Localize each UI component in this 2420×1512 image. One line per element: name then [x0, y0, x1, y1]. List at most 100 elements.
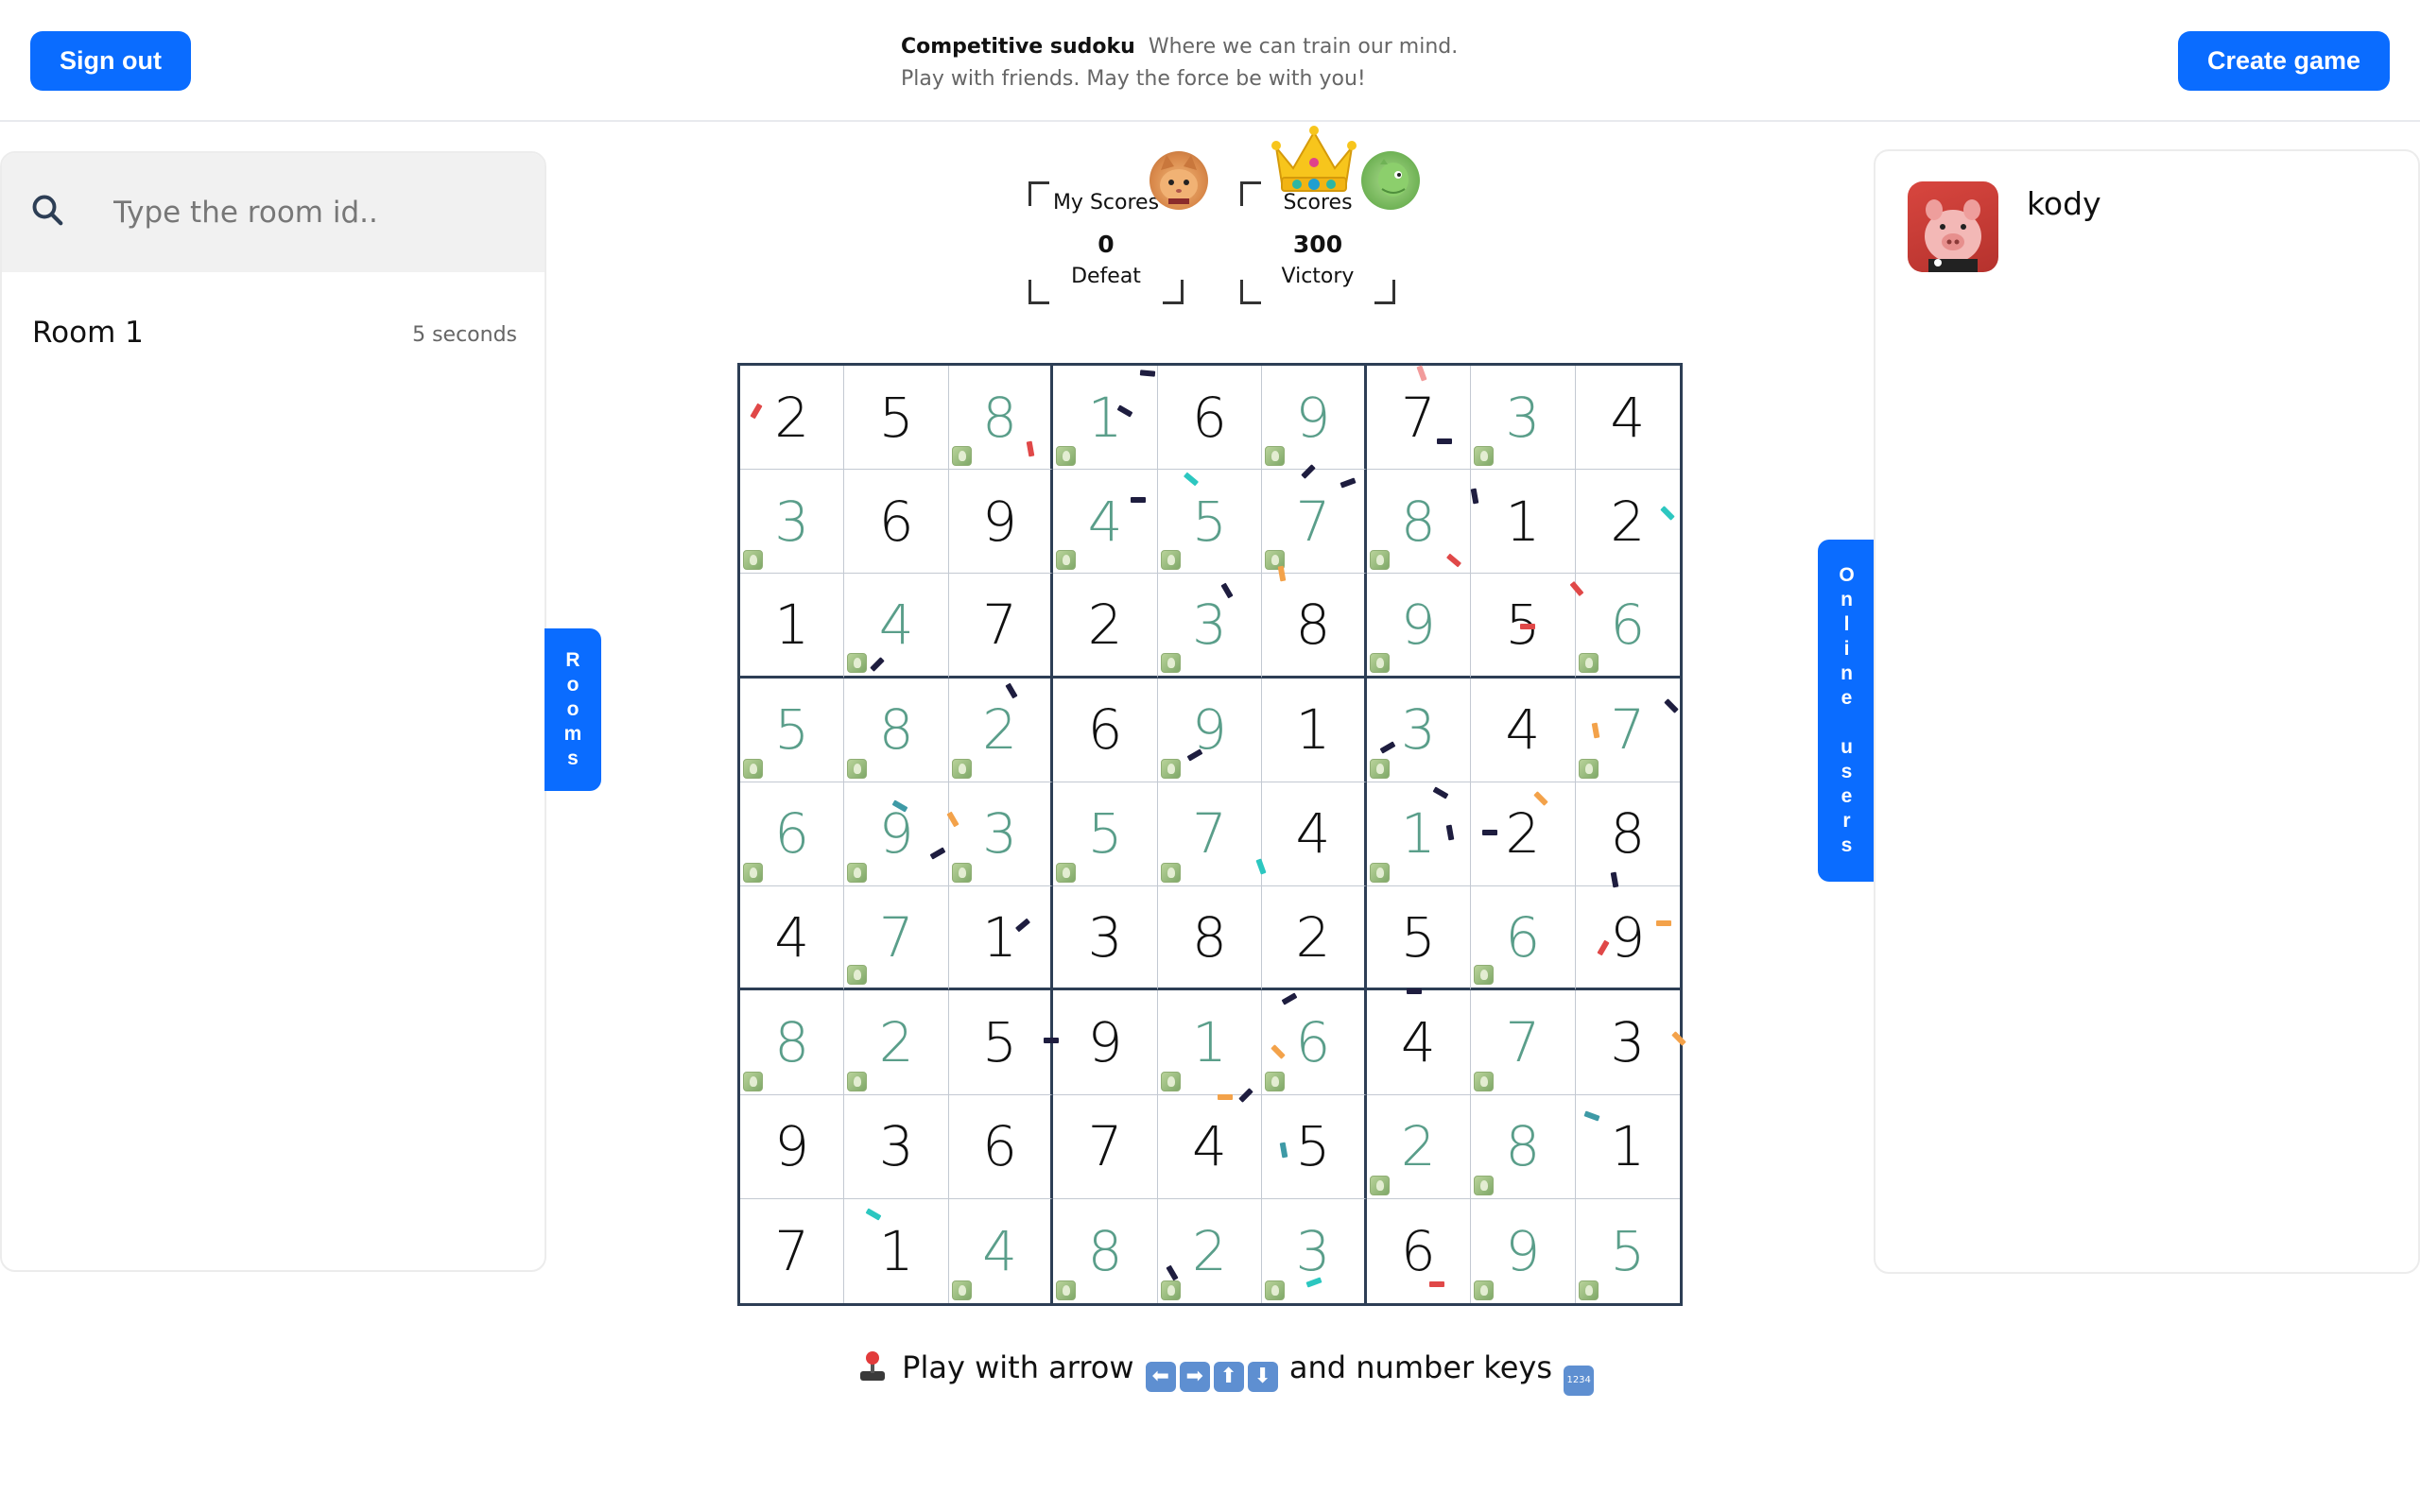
sudoku-cell[interactable]: 5: [1053, 782, 1158, 887]
cell-value: 1: [1192, 1009, 1227, 1074]
sudoku-cell[interactable]: 6: [1262, 990, 1367, 1095]
sudoku-cell[interactable]: 1: [948, 886, 1054, 991]
sudoku-cell[interactable]: 7: [1471, 990, 1576, 1095]
cell-value: 4: [1400, 1009, 1436, 1074]
sudoku-cell[interactable]: 4: [1053, 470, 1158, 575]
sudoku-cell[interactable]: 6: [740, 782, 845, 887]
sudoku-cell[interactable]: 1: [1157, 990, 1263, 1095]
sudoku-cell[interactable]: 4: [1262, 782, 1367, 887]
sudoku-cell[interactable]: 3: [844, 1094, 949, 1199]
room-search-input[interactable]: [113, 180, 510, 246]
sudoku-cell[interactable]: 5: [1366, 886, 1472, 991]
cat-avatar-icon: [1150, 151, 1208, 210]
cell-value: 6: [1505, 904, 1541, 970]
sudoku-cell[interactable]: 6: [1575, 574, 1680, 679]
cell-value: 2: [1295, 904, 1331, 970]
sudoku-cell[interactable]: 8: [1053, 1198, 1158, 1303]
rooms-tab[interactable]: Rooms: [544, 628, 601, 791]
create-game-button[interactable]: Create game: [2178, 31, 2390, 91]
cell-value: 4: [774, 904, 810, 970]
sudoku-cell[interactable]: 5: [844, 366, 949, 471]
sudoku-cell[interactable]: 2: [948, 678, 1054, 782]
sudoku-cell[interactable]: 5: [740, 678, 845, 782]
sudoku-cell[interactable]: 7: [1157, 782, 1263, 887]
sudoku-cell[interactable]: 8: [844, 678, 949, 782]
sudoku-cell[interactable]: 3: [1366, 678, 1472, 782]
sudoku-cell[interactable]: 8: [1471, 1094, 1576, 1199]
sudoku-cell[interactable]: 4: [844, 574, 949, 679]
cell-value: 6: [1295, 1009, 1331, 1074]
sudoku-cell[interactable]: 6: [1053, 678, 1158, 782]
cell-value: 8: [774, 1009, 810, 1074]
sudoku-cell[interactable]: 1: [1575, 1095, 1680, 1199]
sign-out-button[interactable]: Sign out: [30, 31, 191, 91]
sudoku-cell[interactable]: 6: [1157, 366, 1263, 471]
sudoku-cell[interactable]: 1: [1053, 366, 1158, 471]
sudoku-cell[interactable]: 7: [1366, 366, 1472, 471]
sudoku-cell[interactable]: 1: [1471, 470, 1576, 575]
help-middle: and number keys: [1288, 1349, 1553, 1385]
sudoku-cell[interactable]: 4: [1471, 678, 1576, 782]
sudoku-cell[interactable]: 8: [1575, 782, 1680, 887]
sudoku-cell[interactable]: 1: [1366, 782, 1472, 887]
sudoku-cell[interactable]: 9: [740, 1094, 845, 1199]
sudoku-cell[interactable]: 3: [1262, 1198, 1367, 1303]
sudoku-cell[interactable]: 2: [1053, 574, 1158, 679]
sudoku-cell[interactable]: 9: [1053, 990, 1158, 1095]
cell-value: 8: [878, 697, 914, 763]
sudoku-cell[interactable]: 8: [1262, 574, 1367, 679]
sudoku-cell[interactable]: 1: [740, 574, 845, 679]
sudoku-cell[interactable]: 2: [1575, 470, 1680, 575]
sudoku-cell[interactable]: 9: [1157, 678, 1263, 782]
sudoku-cell[interactable]: 6: [948, 1094, 1054, 1199]
sudoku-cell[interactable]: 9: [1471, 1198, 1576, 1303]
sudoku-cell[interactable]: 4: [949, 1198, 1054, 1303]
sudoku-cell[interactable]: 9: [1366, 574, 1472, 679]
sudoku-cell[interactable]: 5: [1576, 1199, 1680, 1303]
sudoku-cell[interactable]: 4: [1366, 990, 1472, 1095]
cell-value: 6: [1192, 385, 1227, 450]
sudoku-cell[interactable]: 8: [1157, 886, 1263, 991]
sudoku-cell[interactable]: 9: [1575, 886, 1680, 991]
sudoku-cell[interactable]: 3: [1053, 886, 1158, 991]
sudoku-cell[interactable]: 9: [844, 782, 949, 887]
player-badge-icon: [847, 863, 868, 884]
sudoku-cell[interactable]: 9: [1262, 366, 1367, 471]
sudoku-cell[interactable]: 2: [1262, 886, 1367, 991]
sudoku-cell[interactable]: 7: [1053, 1094, 1158, 1199]
sudoku-cell[interactable]: 2: [1158, 1198, 1263, 1303]
sudoku-cell[interactable]: 8: [740, 990, 845, 1095]
sudoku-cell[interactable]: 3: [1157, 574, 1263, 679]
cell-value: 1: [1505, 489, 1541, 554]
sudoku-cell[interactable]: 4: [740, 886, 845, 991]
sudoku-cell[interactable]: 1: [844, 1198, 949, 1303]
sudoku-cell[interactable]: 7: [1262, 470, 1367, 575]
sudoku-cell[interactable]: 7: [740, 1198, 845, 1303]
sudoku-cell[interactable]: 3: [1471, 366, 1576, 471]
sudoku-cell[interactable]: 3: [1575, 990, 1680, 1095]
sudoku-cell[interactable]: 3: [948, 782, 1054, 887]
room-list-item[interactable]: Room 1 5 seconds: [30, 295, 517, 380]
pig-avatar-icon[interactable]: [1908, 181, 1998, 272]
sudoku-cell[interactable]: 6: [844, 470, 949, 575]
sudoku-cell[interactable]: 7: [948, 574, 1054, 679]
sudoku-cell[interactable]: 5: [1262, 1094, 1367, 1199]
sudoku-cell[interactable]: 4: [1575, 366, 1680, 471]
sudoku-cell[interactable]: 7: [844, 886, 949, 991]
sudoku-cell[interactable]: 3: [740, 470, 845, 575]
sudoku-cell[interactable]: 2: [844, 990, 949, 1095]
cell-value: 5: [1295, 1114, 1331, 1179]
player-badge-icon: [1369, 758, 1390, 779]
sudoku-cell[interactable]: 8: [948, 366, 1054, 471]
sudoku-cell[interactable]: 7: [1575, 679, 1680, 782]
sudoku-cell[interactable]: 5: [1157, 470, 1263, 575]
sudoku-cell[interactable]: 2: [740, 366, 845, 471]
sudoku-cell[interactable]: 4: [1157, 1094, 1263, 1199]
sudoku-cell[interactable]: 2: [1366, 1094, 1472, 1199]
sudoku-cell[interactable]: 9: [948, 470, 1054, 575]
sudoku-cell[interactable]: 6: [1471, 886, 1576, 991]
sudoku-cell[interactable]: 6: [1367, 1198, 1472, 1303]
sudoku-cell[interactable]: 5: [948, 990, 1054, 1095]
sudoku-cell[interactable]: 1: [1262, 678, 1367, 782]
online-users-tab[interactable]: Online users: [1818, 540, 1876, 882]
